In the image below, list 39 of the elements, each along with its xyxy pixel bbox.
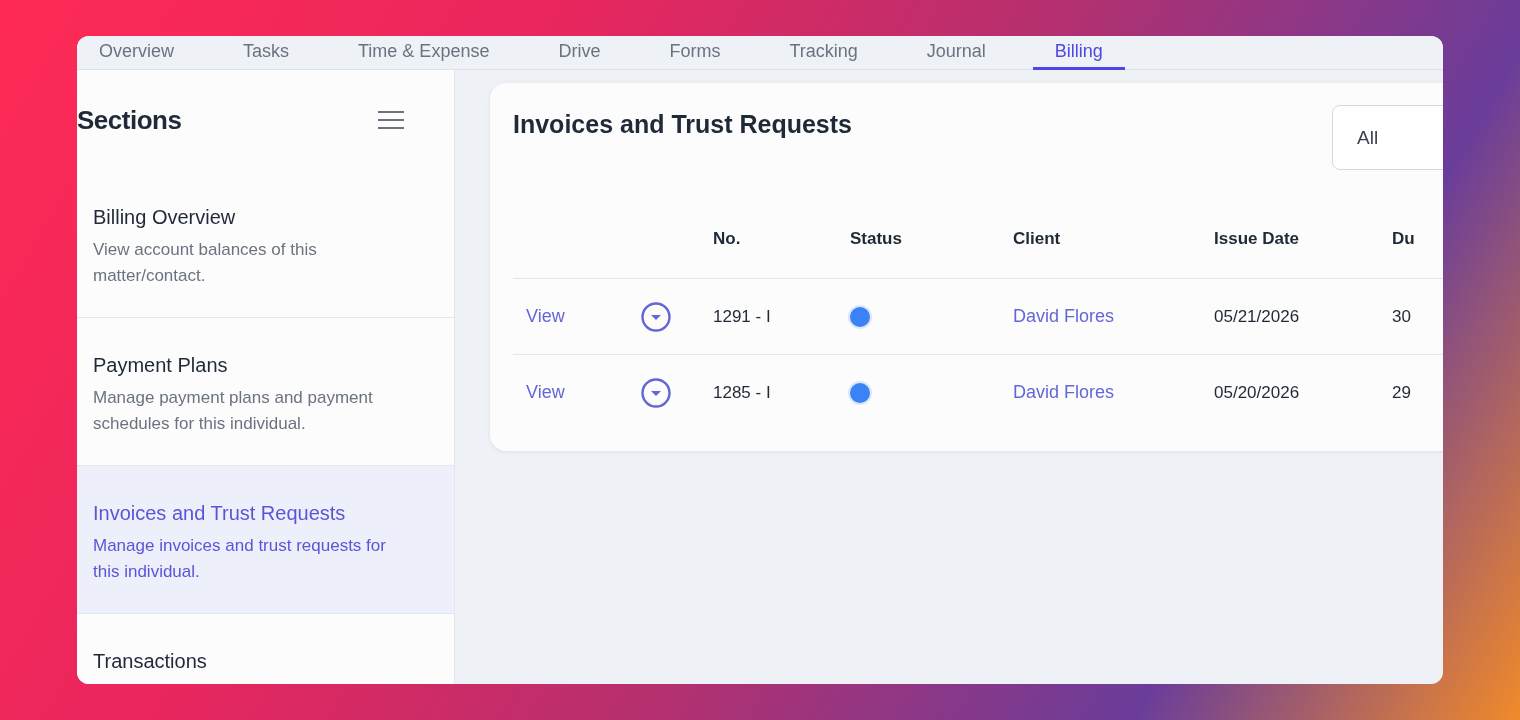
table-cell: 30 — [1392, 306, 1411, 327]
invoice-number: 1285 - I — [713, 382, 771, 403]
tab[interactable]: Forms — [647, 36, 743, 70]
column-header: No. — [713, 229, 741, 249]
sidebar-item[interactable]: Transactions — [77, 614, 454, 684]
menu-icon[interactable] — [377, 110, 405, 130]
tab[interactable]: Time & Expense — [336, 36, 512, 70]
column-header: Client — [1013, 229, 1061, 249]
table-cell: 29 — [1392, 382, 1411, 403]
sidebar-item[interactable]: Billing Overview View account balances of this matter/contact. — [77, 170, 454, 318]
sidebar-item[interactable]: Invoices and Trust Requests Manage invoices and trust requests for this individual. — [77, 466, 454, 614]
client-link[interactable]: David Flores — [1013, 306, 1115, 327]
tab[interactable]: Tracking — [767, 36, 880, 70]
item-description: Manage payment plans and payment schedules for this individual. — [93, 387, 374, 435]
view-link[interactable]: View — [526, 306, 565, 327]
tab[interactable]: Drive — [536, 36, 623, 70]
tab[interactable]: Billing — [1032, 36, 1125, 70]
view-link[interactable]: View — [526, 382, 565, 403]
panel-title: Invoices and Trust Requests — [513, 110, 852, 139]
item-description: Manage invoices and trust requests for this individual. — [93, 535, 387, 583]
sidebar-title: Sections — [77, 104, 182, 136]
item-title: Payment Plans — [93, 354, 229, 377]
client-link[interactable]: David Flores — [1013, 382, 1115, 403]
column-header: Du — [1392, 229, 1415, 249]
column-header: Issue Date — [1214, 229, 1300, 249]
filter-dropdown[interactable]: All — [1332, 105, 1443, 170]
tab[interactable]: Journal — [904, 36, 1008, 70]
invoice-number: 1291 - I — [713, 306, 771, 327]
item-title: Transactions — [93, 650, 208, 673]
item-title: Billing Overview — [93, 206, 237, 229]
issue-date: 05/20/2026 — [1214, 382, 1300, 403]
tab[interactable]: Overview — [77, 36, 196, 70]
dropdown-circle-icon[interactable] — [641, 301, 671, 332]
item-title: Invoices and Trust Requests — [93, 502, 347, 525]
item-description: View account balances of this matter/contact. — [93, 239, 318, 287]
issue-date: 05/21/2026 — [1214, 306, 1300, 327]
dropdown-circle-icon[interactable] — [641, 377, 671, 408]
column-header: Status — [850, 229, 902, 249]
tab[interactable]: Tasks — [221, 36, 312, 70]
